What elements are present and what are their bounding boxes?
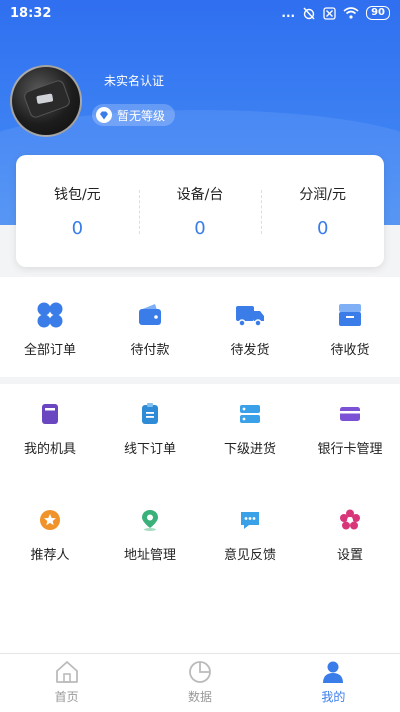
tool-bank-card[interactable]: 银行卡管理: [300, 402, 400, 502]
wallet-icon: [139, 304, 161, 325]
tool-offline-orders[interactable]: 线下订单: [100, 402, 200, 502]
tool-label: 银行卡管理: [317, 442, 383, 457]
order-to-ship-button[interactable]: 待发货: [200, 277, 300, 377]
star-icon: [40, 510, 60, 530]
settings-icon: [340, 509, 360, 530]
wifi-icon: [343, 7, 359, 19]
tool-label: 线下订单: [123, 442, 176, 457]
tool-my-devices[interactable]: 我的机具: [0, 402, 100, 502]
stat-label: 钱包/元: [53, 186, 101, 203]
home-icon: [55, 661, 78, 683]
tool-label: 地址管理: [123, 548, 176, 563]
truck-icon: [236, 306, 264, 327]
server-icon: [240, 405, 260, 423]
stat-profit[interactable]: 分润/元 0: [261, 184, 384, 239]
alarm-off-icon: [303, 7, 315, 20]
tool-label: 意见反馈: [223, 548, 276, 563]
tab-mine[interactable]: 我的: [267, 654, 400, 712]
tool-settings[interactable]: 设置: [300, 508, 400, 608]
stats-card: 钱包/元 0 设备/台 0 分润/元 0: [16, 155, 384, 267]
stat-value: 0: [194, 217, 206, 239]
clipboard-icon: [142, 403, 158, 424]
status-bar: 18:32 ... 90: [0, 0, 400, 30]
tab-label: 我的: [321, 690, 346, 704]
tool-label: 推荐人: [30, 548, 70, 563]
tab-label: 数据: [187, 690, 212, 704]
chat-icon: [241, 512, 259, 529]
package-icon: [339, 304, 361, 326]
order-to-receive-button[interactable]: 待收货: [300, 277, 400, 377]
sim-off-icon: [323, 6, 336, 20]
bottom-tab-bar: 首页 数据 我的: [0, 653, 400, 712]
stat-label: 设备/台: [176, 186, 224, 203]
level-label: 暂无等级: [117, 108, 166, 123]
status-time: 18:32: [10, 6, 52, 21]
order-label: 全部订单: [23, 343, 76, 358]
tool-address[interactable]: 地址管理: [100, 508, 200, 608]
location-icon: [142, 510, 158, 531]
order-label: 待发货: [230, 343, 270, 358]
battery-icon: 90: [366, 6, 390, 20]
order-label: 待收货: [330, 343, 370, 358]
tool-subordinate-purchase[interactable]: 下级进货: [200, 402, 300, 502]
stat-value: 0: [316, 217, 329, 239]
user-icon: [323, 661, 344, 683]
tool-label: 我的机具: [23, 442, 76, 457]
tab-data[interactable]: 数据: [133, 654, 266, 712]
order-unpaid-button[interactable]: 待付款: [100, 277, 200, 377]
card-icon: [340, 407, 360, 421]
level-badge: 暂无等级: [92, 104, 176, 126]
tools-section: 我的机具 线下订单 下级进货 银行卡管理 推荐人 地址管理 意见反馈 设置: [0, 384, 400, 654]
stat-devices[interactable]: 设备/台 0: [138, 184, 262, 239]
order-section: 全部订单 待付款 待发货 待收货: [0, 277, 400, 377]
order-label: 待付款: [130, 343, 170, 358]
tool-label: 设置: [336, 548, 363, 563]
tab-home[interactable]: 首页: [0, 654, 133, 712]
avatar[interactable]: [10, 65, 82, 137]
tool-feedback[interactable]: 意见反馈: [200, 508, 300, 608]
notification-dots: ...: [281, 6, 296, 20]
tool-referrer[interactable]: 推荐人: [0, 508, 100, 608]
diamond-icon: [96, 107, 112, 123]
order-all-button[interactable]: 全部订单: [0, 277, 100, 377]
pie-chart-icon: [189, 661, 211, 683]
tab-label: 首页: [54, 690, 79, 704]
stat-label: 分润/元: [299, 186, 347, 203]
tool-label: 下级进货: [223, 442, 276, 457]
grid-icon: [37, 302, 63, 328]
auth-status[interactable]: 未实名认证: [104, 72, 164, 89]
stat-wallet[interactable]: 钱包/元 0: [16, 184, 139, 239]
stat-value: 0: [71, 217, 84, 239]
device-icon: [42, 404, 58, 424]
